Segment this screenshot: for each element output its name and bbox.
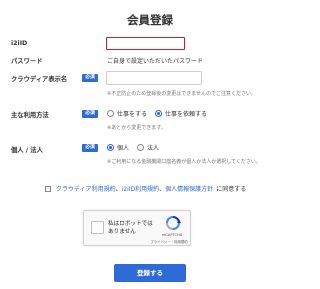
required-badge: 必須 (82, 74, 98, 82)
display-name-note: ※不正防止のため登録後の変更はできませんのでご注意ください。 (107, 91, 257, 97)
recaptcha-logo-icon (166, 216, 181, 230)
radio-corporation[interactable]: 法人 (137, 143, 159, 152)
recaptcha-label: 私はロボットではありません (108, 221, 153, 235)
radio-individual-label: 個人 (117, 145, 130, 152)
entity-note: ※ご利用になる金融機関口座名義が個人か法人か選択してください。 (107, 159, 261, 165)
usage-radio-group: 仕事をする 仕事を依頼する (107, 109, 215, 118)
usage-note: ※あとから変更できます。 (107, 125, 166, 131)
agreement-checkbox[interactable] (45, 185, 51, 192)
recaptcha-checkbox[interactable] (91, 221, 104, 234)
i2i-id-label: i2iID (11, 40, 28, 47)
radio-request[interactable]: 仕事を依頼する (155, 109, 207, 118)
agreement-row: クラウディア利用規約 、 i2iID利用規約 、 個人情報保護方針 に同意する (45, 184, 246, 193)
radio-work-label: 仕事をする (117, 111, 148, 118)
usage-label: 主な利用方法 (11, 112, 49, 119)
entity-label: 個人 / 法人 (11, 147, 43, 154)
display-name-input[interactable] (106, 71, 202, 85)
agreement-text: に同意する (216, 186, 247, 193)
required-badge: 必須 (82, 144, 98, 152)
radio-individual[interactable]: 個人 (107, 143, 129, 152)
page-title: 会員登録 (127, 13, 173, 27)
radio-individual-button[interactable] (107, 144, 114, 151)
i2i-id-input[interactable] (106, 37, 185, 50)
entity-radio-group: 個人 法人 (107, 143, 167, 152)
recaptcha-terms-link[interactable]: プライバシー・利用規約 (148, 239, 190, 244)
recaptcha-widget: 私はロボットではありません reCAPTCHA プライバシー・利用規約 (83, 210, 191, 246)
password-text: ご自身で設定いただいたパスワード (107, 58, 204, 65)
radio-work[interactable]: 仕事をする (107, 109, 147, 118)
radio-request-button[interactable] (155, 110, 163, 117)
radio-work-button[interactable] (107, 110, 114, 117)
privacy-policy-link[interactable]: 個人情報保護方針 (165, 184, 213, 193)
required-badge: 必須 (82, 110, 98, 118)
tos-link[interactable]: クラウディア利用規約 (56, 184, 116, 193)
display-name-label: クラウディア表示名 (11, 76, 68, 83)
radio-request-label: 仕事を依頼する (165, 111, 208, 118)
password-label: パスワード (11, 58, 43, 65)
radio-corporation-label: 法人 (147, 145, 160, 152)
i2i-terms-link[interactable]: i2iID利用規約 (122, 184, 160, 193)
radio-corporation-button[interactable] (137, 144, 145, 151)
recaptcha-brand: reCAPTCHA (161, 233, 183, 237)
register-button[interactable]: 登録する (114, 264, 186, 282)
